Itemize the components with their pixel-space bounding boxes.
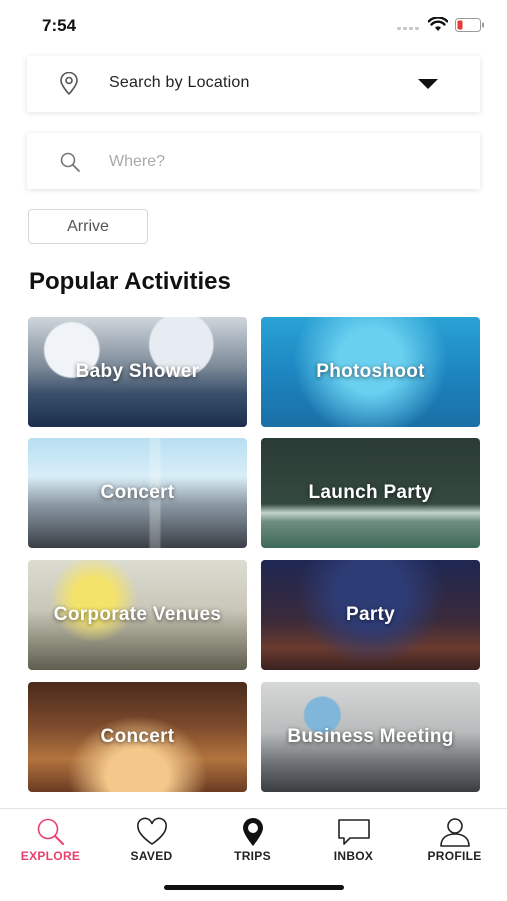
activity-tile[interactable]: Baby Shower <box>28 317 247 427</box>
map-pin-icon <box>242 818 263 846</box>
activity-tile[interactable]: Concert <box>28 682 247 792</box>
arrive-button[interactable]: Arrive <box>28 209 148 244</box>
activity-tile[interactable]: Business Meeting <box>261 682 480 792</box>
tab-label: TRIPS <box>234 849 271 863</box>
activity-label: Corporate Venues <box>53 604 222 625</box>
heart-icon <box>136 817 167 845</box>
location-select-label: Search by Location <box>109 74 250 91</box>
activity-tile[interactable]: Launch Party <box>261 438 480 548</box>
tab-label: SAVED <box>130 849 173 863</box>
person-icon <box>439 818 470 847</box>
tab-label: PROFILE <box>427 849 482 863</box>
status-bar: 7:54 <box>0 0 507 52</box>
location-select[interactable]: Search by Location <box>27 56 480 112</box>
battery-low-icon <box>455 18 484 32</box>
tab-explore[interactable]: EXPLORE <box>0 809 101 869</box>
activity-label: Concert <box>100 726 175 747</box>
map-pin-icon <box>60 72 78 96</box>
status-time: 7:54 <box>42 16 77 35</box>
section-title: Popular Activities <box>29 268 231 295</box>
activity-label: Party <box>345 604 396 625</box>
activity-label: Business Meeting <box>287 726 454 747</box>
activity-tile[interactable]: Concert <box>28 438 247 548</box>
chat-bubble-icon <box>337 819 370 845</box>
tab-label: EXPLORE <box>20 849 81 863</box>
tab-inbox[interactable]: INBOX <box>303 809 404 869</box>
tab-trips[interactable]: TRIPS <box>202 809 303 869</box>
tab-label: INBOX <box>333 849 374 863</box>
search-box[interactable] <box>27 133 480 189</box>
tab-profile[interactable]: PROFILE <box>404 809 505 869</box>
activity-label: Launch Party <box>308 482 433 503</box>
tab-saved[interactable]: SAVED <box>101 809 202 869</box>
home-indicator <box>164 885 344 890</box>
search-input[interactable] <box>107 147 451 177</box>
activity-tile[interactable]: Corporate Venues <box>28 560 247 670</box>
cellular-signal-icon <box>397 27 421 31</box>
activity-label: Photoshoot <box>316 361 425 382</box>
wifi-icon <box>428 17 448 31</box>
activity-tile[interactable]: Party <box>261 560 480 670</box>
activity-label: Concert <box>100 482 175 503</box>
search-icon <box>37 818 64 845</box>
search-icon <box>60 152 80 172</box>
activity-label: Baby Shower <box>75 361 200 382</box>
activity-tile[interactable]: Photoshoot <box>261 317 480 427</box>
chevron-down-icon[interactable] <box>418 79 438 89</box>
